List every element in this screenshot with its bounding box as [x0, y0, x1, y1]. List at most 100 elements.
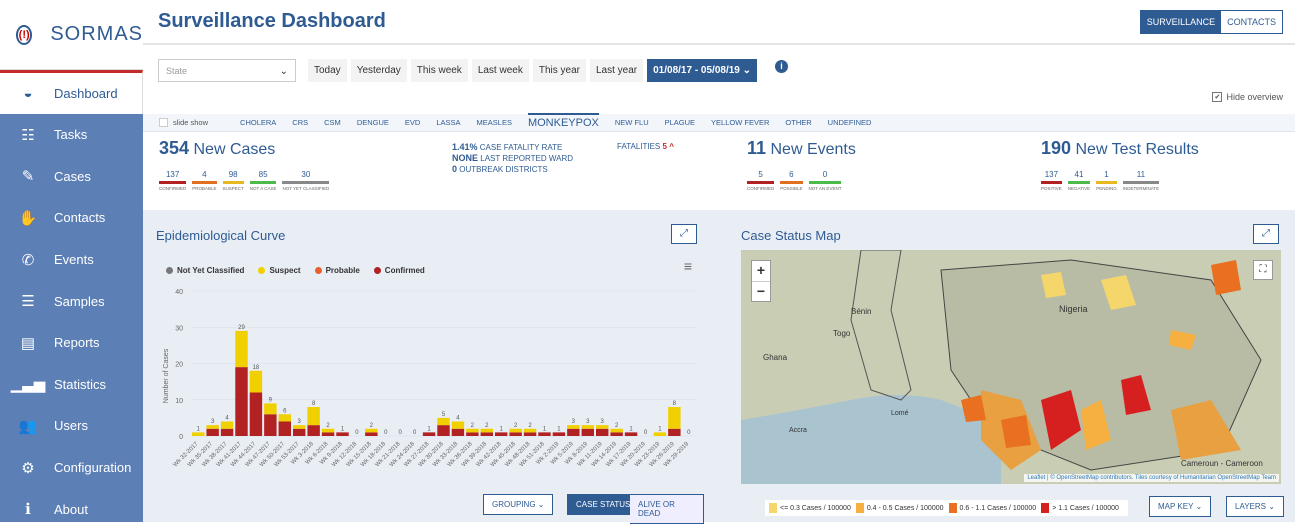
layers-button[interactable]: LAYERS ⌄ — [1226, 496, 1284, 517]
hide-overview-checkbox[interactable]: ✔ Hide overview — [1212, 92, 1283, 102]
tab-new-flu[interactable]: NEW FLU — [615, 118, 649, 127]
sidebar-item-label: Events — [54, 252, 94, 268]
bar-confirmed — [422, 432, 436, 436]
bar-confirmed — [509, 432, 522, 436]
yesterday-button[interactable]: Yesterday — [350, 59, 407, 82]
zoom-in-button[interactable]: + — [752, 261, 770, 281]
edit-icon: ✎ — [21, 168, 35, 186]
map-legend-item: 0.6 - 1.1 Cases / 100000 — [948, 503, 1036, 513]
hand-icon: ✋ — [18, 209, 38, 227]
panels: Epidemiological Curve ⤢ Not Yet Classifi… — [143, 210, 1295, 524]
logo[interactable]: (!) SORMAS — [0, 0, 143, 70]
tab-crs[interactable]: CRS — [292, 118, 308, 127]
data-label: 2 — [514, 423, 518, 429]
last-year-button[interactable]: Last year — [589, 59, 644, 82]
part-value: 1 — [1104, 170, 1109, 179]
sidebar-item-reports[interactable]: ▤ Reports — [0, 322, 143, 364]
legend-item[interactable]: Not Yet Classified — [166, 266, 244, 275]
new-tests-label: New Test Results — [1075, 141, 1199, 158]
legend-swatch-icon — [855, 503, 864, 513]
part-label: NOT A CASE — [249, 186, 277, 191]
tab-evd[interactable]: EVD — [405, 118, 420, 127]
tab-yellow-fever[interactable]: YELLOW FEVER — [711, 118, 769, 127]
hide-overview-label: Hide overview — [1226, 92, 1283, 102]
tab-cholera[interactable]: CHOLERA — [240, 118, 276, 127]
tab-measles[interactable]: MEASLES — [477, 118, 512, 127]
sidebar-item-dashboard[interactable]: ◒ Dashboard — [0, 70, 143, 114]
sidebar-item-configuration[interactable]: ⚙ Configuration — [0, 447, 143, 489]
legend-dot-icon — [314, 267, 322, 274]
sidebar-item-label: Users — [54, 418, 88, 434]
alive-or-dead-button[interactable]: ALIVE OR DEAD — [630, 494, 704, 524]
slideshow-checkbox[interactable]: slide show — [159, 118, 208, 127]
expand-icon[interactable]: ⤢ — [671, 224, 697, 244]
part-bar — [1041, 181, 1062, 184]
part-label: CONFIRMED — [159, 186, 187, 191]
surveillance-button[interactable]: SURVEILLANCE — [1140, 10, 1222, 33]
border-togo-benin — [850, 250, 912, 401]
legend-item[interactable]: Suspect — [258, 266, 301, 275]
map-label-accra: Accra — [789, 427, 807, 434]
this-week-button[interactable]: This week — [410, 59, 468, 82]
bar-suspect — [437, 417, 450, 426]
sidebar: (!) SORMAS ◒ Dashboard ☷ Tasks ✎ Cases ✋ Contac… — [0, 0, 143, 522]
case-status-button[interactable]: CASE STATUS — [567, 494, 640, 515]
chart-menu-icon[interactable]: ≡ — [684, 258, 692, 274]
y-tick-label: 40 — [175, 289, 183, 296]
fullscreen-icon[interactable]: ⛶ — [1253, 260, 1273, 280]
info-icon[interactable]: i — [775, 60, 788, 73]
data-label: 2 — [370, 423, 374, 429]
map-canvas[interactable]: Bénin Nigeria Togo Ghana Accra Lomé Came… — [741, 250, 1281, 484]
tab-other[interactable]: OTHER — [785, 118, 811, 127]
map-label-cameroon: Cameroun - Cameroon — [1181, 459, 1263, 468]
bar-confirmed — [552, 432, 566, 436]
map-key-button[interactable]: MAP KEY ⌄ — [1149, 496, 1212, 517]
data-label: 3 — [586, 419, 590, 425]
state-select[interactable]: State ⌄ — [158, 59, 296, 82]
sidebar-item-samples[interactable]: ☰ Samples — [0, 280, 143, 322]
sidebar-item-users[interactable]: 👥 Users — [0, 405, 143, 447]
contacts-button[interactable]: CONTACTS — [1221, 11, 1282, 33]
sidebar-item-events[interactable]: ✆ Events — [0, 239, 143, 281]
data-label: 1 — [427, 426, 431, 432]
y-tick-label: 30 — [175, 325, 183, 332]
overview-stats: 354 New Cases 137 CONFIRMED 4 PROBABLE 98 SUS… — [143, 132, 1295, 210]
part-label: NOT AN EVENT — [808, 186, 842, 191]
this-year-button[interactable]: This year — [532, 59, 586, 82]
part-value: 30 — [301, 170, 311, 179]
date-range-button[interactable]: 01/08/17 - 05/08/19 ⌄ — [647, 59, 758, 82]
tab-dengue[interactable]: DENGUE — [357, 118, 389, 127]
tab-plague[interactable]: PLAGUE — [665, 118, 695, 127]
last-week-button[interactable]: Last week — [471, 59, 529, 82]
cfr-row: 1.41% CASE FATALITY RATE — [452, 142, 573, 153]
tab-lassa[interactable]: LASSA — [436, 118, 460, 127]
fatalities: FATALITIES 5 ^ — [617, 142, 674, 151]
data-label: 0 — [384, 430, 388, 436]
bar-suspect — [192, 432, 205, 436]
bar-confirmed — [293, 428, 306, 436]
part-bar — [1096, 181, 1117, 184]
today-button[interactable]: Today — [308, 59, 347, 82]
sidebar-item-about[interactable]: ℹ About — [0, 488, 143, 530]
bar-confirmed — [624, 432, 638, 436]
zoom-control: + − — [751, 260, 771, 302]
bar-confirmed — [523, 432, 537, 436]
attribution-text[interactable]: Leaflet | © OpenStreetMap contributors. … — [1027, 475, 1276, 481]
cases-part: 98 SUSPECT — [222, 170, 244, 191]
bar-confirmed — [235, 367, 248, 436]
map-expand-icon[interactable]: ⤢ — [1253, 224, 1279, 244]
sidebar-item-tasks[interactable]: ☷ Tasks — [0, 114, 143, 156]
legend-item[interactable]: Probable — [314, 266, 360, 275]
sidebar-item-contacts[interactable]: ✋ Contacts — [0, 197, 143, 239]
tab-undefined[interactable]: UNDEFINED — [828, 118, 872, 127]
tab-monkeypox[interactable]: MONKEYPOX — [527, 112, 599, 129]
sidebar-item-label: Dashboard — [54, 86, 118, 101]
tab-csm[interactable]: CSM — [324, 118, 341, 127]
legend-item[interactable]: Confirmed — [373, 266, 425, 275]
zoom-out-button[interactable]: − — [752, 281, 770, 301]
sidebar-item-statistics[interactable]: ▁▃▅ Statistics — [0, 364, 143, 406]
grouping-button[interactable]: GROUPING ⌄ — [483, 494, 554, 515]
legend-dot-icon — [373, 267, 381, 274]
cfr-value: 1.41% — [452, 142, 478, 152]
sidebar-item-cases[interactable]: ✎ Cases — [0, 156, 143, 198]
